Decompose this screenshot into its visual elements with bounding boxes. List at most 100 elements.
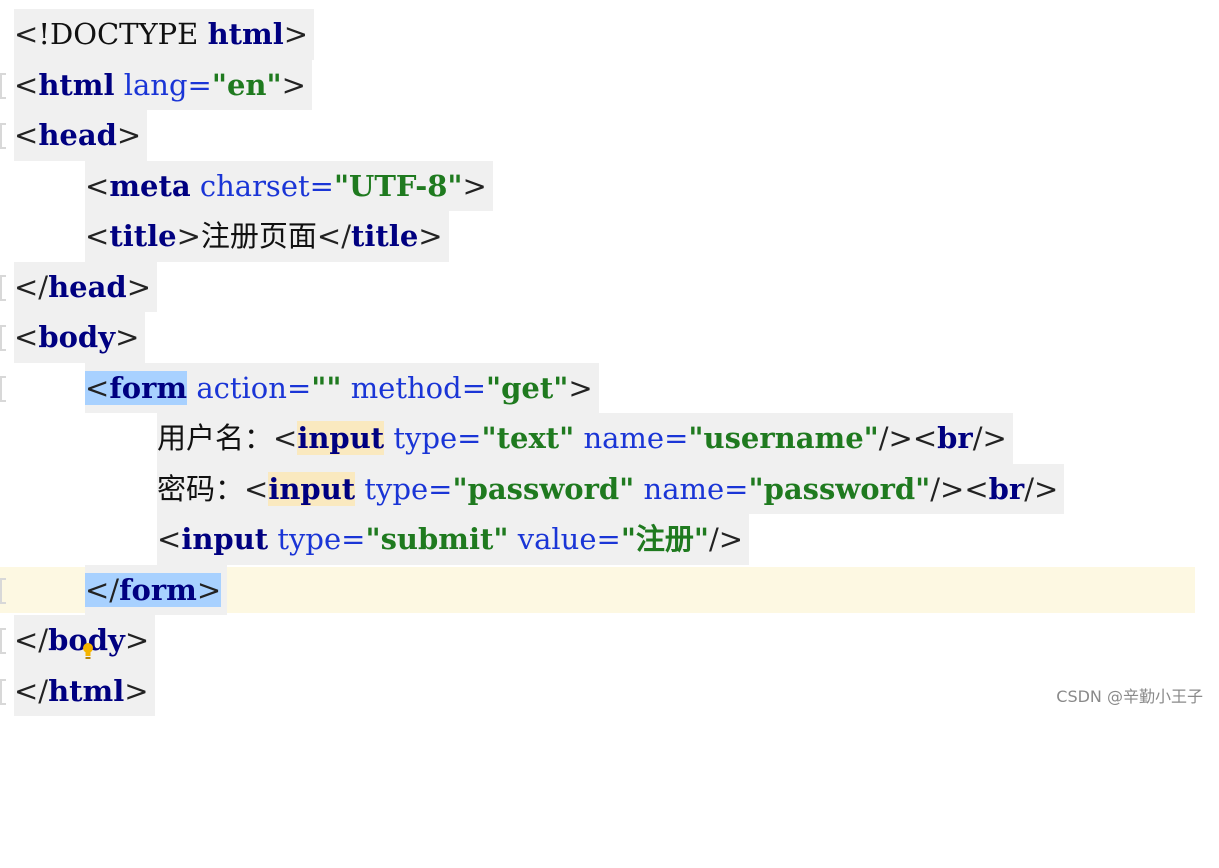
code-token: =: [309, 168, 334, 203]
code-token: !DOCTYPE: [38, 17, 199, 51]
code-token: >: [126, 269, 151, 304]
fold-marker-icon[interactable]: [0, 577, 6, 604]
code-token: /><: [930, 471, 989, 506]
code-token: br: [937, 421, 973, 455]
code-token: action: [196, 370, 287, 405]
code-line[interactable]: <title>注册页面</title>: [0, 211, 1219, 262]
code-token: "password": [748, 471, 931, 506]
line-code: <meta charset="UTF-8">: [85, 160, 493, 211]
fold-marker-icon[interactable]: [0, 678, 6, 705]
code-token: name: [583, 421, 665, 455]
code-token: >: [462, 168, 487, 203]
code-line[interactable]: <html lang="en">: [0, 59, 1219, 110]
code-token: title: [351, 219, 419, 253]
code-token: <: [85, 370, 110, 405]
lightbulb-icon[interactable]: [27, 577, 94, 659]
code-token: />: [1024, 471, 1059, 506]
code-token: 密码：: [157, 471, 245, 506]
code-token: </: [14, 269, 49, 304]
code-token: <: [273, 421, 298, 455]
code-line[interactable]: </html>: [0, 665, 1219, 716]
code-token: charset: [199, 168, 310, 203]
code-token: >: [124, 623, 150, 657]
code-token: "submit": [365, 522, 509, 556]
code-token: =: [428, 471, 453, 506]
code-token: =: [596, 522, 621, 556]
code-token: "text": [481, 421, 575, 455]
code-token: </: [85, 572, 120, 607]
code-token: <: [85, 168, 110, 203]
code-token: <: [14, 320, 39, 354]
code-line[interactable]: <meta charset="UTF-8">: [0, 160, 1219, 211]
code-token: =: [187, 67, 212, 102]
code-token: <: [157, 522, 182, 556]
code-token: =: [724, 471, 749, 506]
fold-marker-icon[interactable]: [0, 325, 6, 351]
code-token: <: [85, 219, 110, 253]
code-token: >: [283, 17, 309, 51]
code-token: html: [38, 67, 115, 102]
code-token: >: [196, 572, 222, 607]
code-token: <: [244, 471, 269, 506]
code-line[interactable]: 密码：<input type="password" name="password…: [0, 463, 1219, 514]
code-token: >: [418, 219, 443, 253]
fold-marker-icon[interactable]: [0, 274, 6, 301]
code-token: /><: [878, 421, 938, 455]
watermark: CSDN @辛勤小王子: [1056, 687, 1203, 706]
code-token: =: [457, 421, 482, 455]
code-token: form: [109, 370, 188, 405]
code-token: method: [350, 370, 462, 405]
code-token: >: [116, 118, 142, 152]
code-token: input: [181, 522, 269, 556]
code-line[interactable]: <!DOCTYPE html>: [0, 9, 1219, 60]
code-token: head: [38, 118, 117, 152]
code-token: >: [176, 219, 201, 253]
code-token: />: [709, 522, 744, 556]
line-code: 密码：<input type="password" name="password…: [157, 463, 1065, 514]
code-token: html: [207, 17, 284, 51]
code-line[interactable]: <body>: [0, 312, 1219, 363]
code-token: <: [14, 118, 39, 152]
code-line[interactable]: 用户名：<input type="text" name="username"/>…: [0, 413, 1219, 464]
code-line[interactable]: <form action="" method="get">: [0, 362, 1219, 413]
code-token: "注册": [620, 522, 710, 556]
line-code: <head>: [14, 110, 148, 161]
code-token: meta: [109, 168, 191, 203]
code-token: br: [988, 471, 1025, 506]
code-token: "en": [211, 67, 282, 102]
fold-marker-icon[interactable]: [0, 375, 6, 402]
code-token: input: [297, 421, 385, 455]
code-token: 注册页面: [200, 219, 317, 253]
code-line[interactable]: <input type="submit" value="注册"/>: [0, 514, 1219, 565]
line-code: </form>: [85, 564, 228, 615]
code-token: =: [341, 522, 366, 556]
code-token: =: [461, 370, 487, 405]
code-line[interactable]: <head>: [0, 110, 1219, 161]
code-token: "UTF-8": [333, 168, 463, 203]
code-token: input: [268, 471, 356, 506]
code-token: >: [568, 370, 593, 405]
fold-marker-icon[interactable]: [0, 123, 6, 149]
code-line[interactable]: </body>: [0, 615, 1219, 666]
line-code: <title>注册页面</title>: [85, 211, 449, 262]
code-token: lang: [123, 67, 188, 102]
code-token: type: [277, 522, 342, 556]
code-token: form: [119, 572, 197, 607]
code-token: value: [517, 522, 597, 556]
line-code: <form action="" method="get">: [85, 362, 599, 413]
fold-marker-icon[interactable]: [0, 628, 6, 654]
fold-marker-icon[interactable]: [0, 72, 6, 99]
code-line-current[interactable]: </form>: [0, 564, 1219, 659]
code-token: >: [115, 320, 140, 354]
code-token: <: [14, 17, 39, 51]
code-token: "get": [486, 370, 569, 405]
code-editor[interactable]: <!DOCTYPE html> <html lang="en"> <head> …: [0, 9, 1219, 716]
code-line[interactable]: </head>: [0, 261, 1219, 312]
